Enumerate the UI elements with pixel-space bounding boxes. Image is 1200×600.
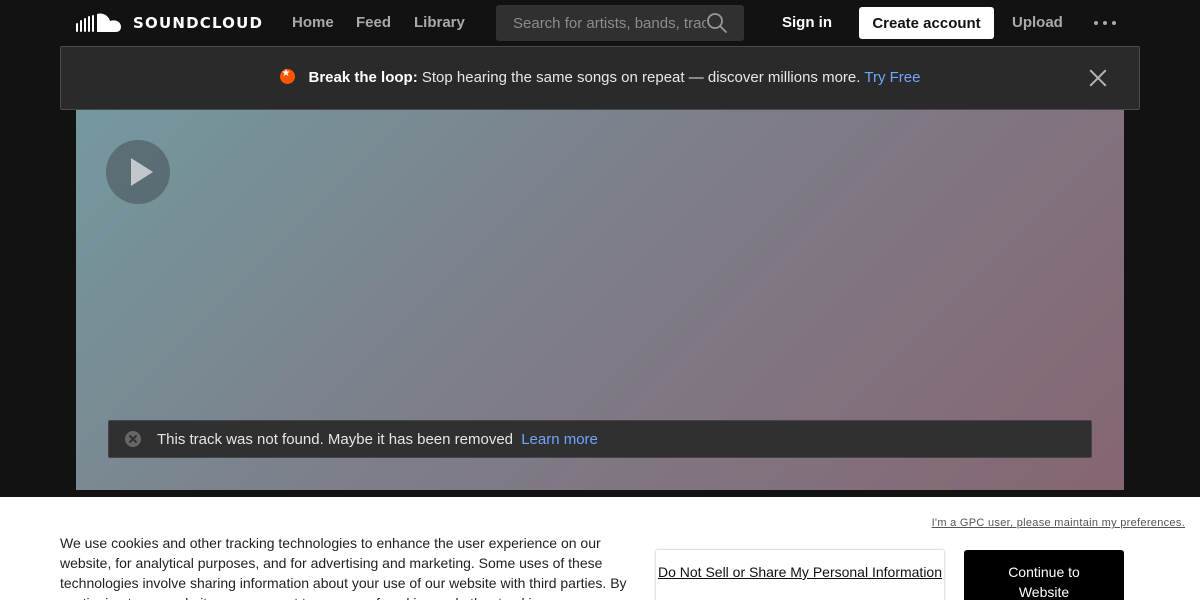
promo-banner: Break the loop: Stop hearing the same so…	[60, 46, 1140, 110]
gpc-preferences-link[interactable]: I'm a GPC user, please maintain my prefe…	[932, 517, 1185, 529]
banner-headline: Break the loop:	[308, 69, 418, 86]
more-dots-icon[interactable]	[1094, 14, 1116, 32]
track-not-found-message: This track was not found. Maybe it has b…	[108, 420, 1092, 458]
cookie-consent-panel: I'm a GPC user, please maintain my prefe…	[0, 497, 1200, 600]
do-not-sell-label: Do Not Sell or Share My Personal Informa…	[657, 564, 942, 580]
star-badge-icon	[279, 68, 295, 84]
nav-feed[interactable]: Feed	[356, 14, 391, 31]
nav-home[interactable]: Home	[292, 14, 334, 31]
upload-link[interactable]: Upload	[1012, 14, 1063, 31]
banner-text: Stop hearing the same songs on repeat — …	[421, 69, 861, 86]
error-text: This track was not found. Maybe it has b…	[157, 431, 514, 448]
try-free-link[interactable]: Try Free	[864, 69, 920, 86]
search-input[interactable]	[496, 5, 706, 41]
top-header: SOUNDCLOUD Home Feed Library Sign in Cre…	[0, 0, 1200, 46]
track-artwork-area: This track was not found. Maybe it has b…	[76, 96, 1124, 490]
create-account-button[interactable]: Create account	[859, 7, 994, 39]
soundcloud-logo[interactable]: SOUNDCLOUD	[76, 10, 263, 36]
sign-in-button[interactable]: Sign in	[782, 14, 832, 31]
continue-to-website-button[interactable]: Continue to Website	[964, 550, 1124, 600]
soundcloud-cloud-icon	[76, 13, 121, 32]
logo-text: SOUNDCLOUD	[133, 14, 264, 32]
close-icon[interactable]	[1089, 69, 1107, 87]
learn-more-link[interactable]: Learn more	[521, 431, 598, 448]
error-circle-icon	[125, 431, 141, 447]
nav-library[interactable]: Library	[414, 14, 465, 31]
search-icon[interactable]	[706, 12, 728, 34]
play-icon[interactable]	[106, 140, 170, 204]
search-box	[496, 5, 744, 41]
do-not-sell-button[interactable]: Do Not Sell or Share My Personal Informa…	[655, 549, 945, 600]
cookie-text: We use cookies and other tracking techno…	[60, 535, 627, 600]
